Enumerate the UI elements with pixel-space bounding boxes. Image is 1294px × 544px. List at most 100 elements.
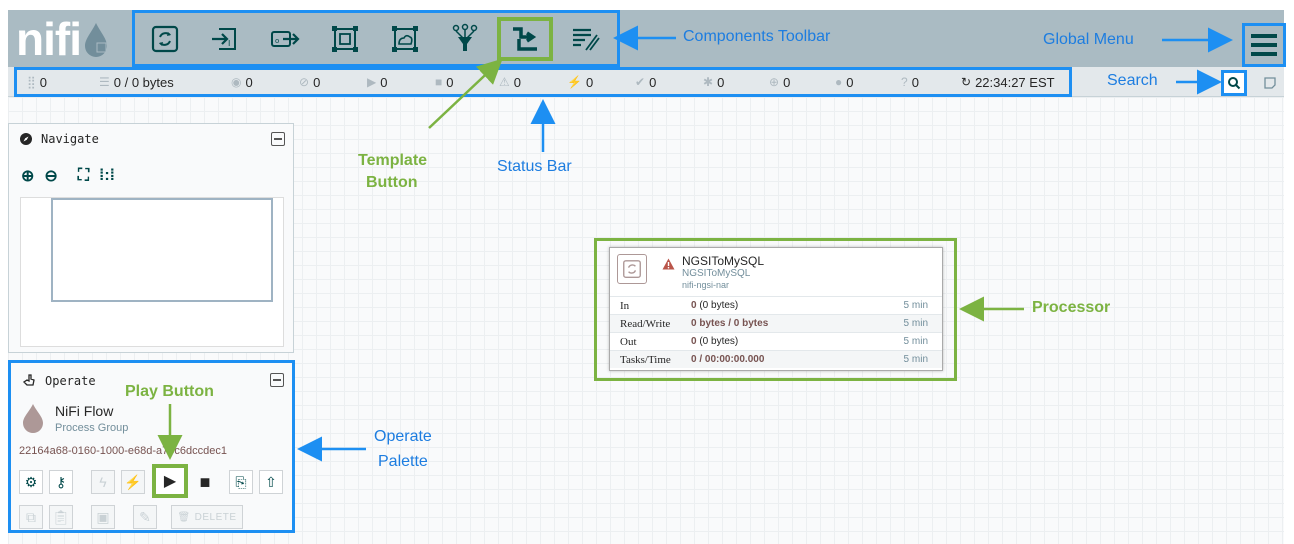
label-button[interactable] [567, 21, 603, 57]
output-port-icon: o [271, 31, 300, 47]
question-icon: ? [901, 75, 908, 89]
play-icon: ▶ [367, 75, 377, 89]
active-threads-stat: ⣿ 0 [27, 74, 48, 90]
sticky-note-icon [1264, 77, 1276, 89]
zoom-in-icon[interactable]: ⊕ [21, 166, 34, 186]
operate-collapse-button[interactable] [270, 373, 284, 387]
input-port-icon: I [212, 28, 236, 50]
search-icon [1228, 77, 1241, 90]
transmitting-icon: ◉ [231, 75, 242, 89]
upload-template-button[interactable]: ⇧ [259, 470, 283, 494]
not-transmitting-stat: ⊘ 0 [299, 74, 321, 90]
hamburger-icon [1251, 34, 1277, 56]
fit-icon[interactable]: ⛶ [78, 167, 89, 185]
navigate-title: Navigate [41, 132, 99, 146]
configure-button[interactable]: ⚙ [19, 470, 43, 494]
enable-button[interactable]: ϟ [91, 470, 115, 494]
warning-icon[interactable] [662, 258, 675, 270]
funnel-icon [452, 23, 478, 51]
color-button[interactable]: ✎ [133, 505, 157, 529]
birdseye-panel[interactable] [20, 197, 284, 347]
status-bar-annotation: Status Bar [497, 158, 572, 175]
access-policies-button[interactable]: ⚷ [49, 470, 73, 494]
processor-annotation: Processor [1032, 299, 1111, 316]
disabled-bolt-icon: ⚡ [124, 473, 142, 490]
create-template-button[interactable]: ⎘ [229, 470, 253, 494]
stats-row-in: In 0 (0 bytes) 5 min [610, 296, 942, 314]
invalid-stat: ⚠ 0 [499, 74, 521, 90]
refresh-icon: ↻ [961, 75, 972, 89]
pointer-hand-icon [22, 374, 35, 386]
disabled-stat: ⚡ 0 [567, 74, 594, 90]
stopped-stat: ■ 0 [435, 74, 454, 90]
processor-button[interactable] [147, 21, 183, 57]
check-icon: ✔ [635, 75, 646, 89]
play-button[interactable]: ▶ [152, 464, 188, 498]
processor-node[interactable]: NGSIToMySQL NGSIToMySQL nifi-ngsi-nar In… [609, 247, 943, 371]
delete-button[interactable]: 🗑︎ DELETE [171, 505, 243, 529]
search-button[interactable] [1221, 70, 1247, 96]
processor-icon [151, 25, 179, 53]
actual-size-icon[interactable]: ⁞:⁞ [99, 167, 115, 185]
group-icon: ▣ [96, 508, 110, 525]
gear-icon: ⚙ [24, 473, 38, 490]
zoom-out-icon[interactable]: ⊖ [44, 166, 57, 186]
operate-component-id: 22164a68-0160-1000-e68d-a75c6dccdec1 [19, 445, 227, 457]
output-port-button[interactable]: o [267, 21, 303, 57]
operate-title: Operate [45, 374, 96, 388]
processor-name: NGSIToMySQL [682, 254, 765, 268]
play-icon: ▶ [163, 473, 177, 490]
key-icon: ⚷ [55, 473, 67, 490]
nifi-logo: nifi [16, 12, 109, 65]
stale-stat: ⊕ 0 [769, 74, 791, 90]
stats-row-out: Out 0 (0 bytes) 5 min [610, 332, 942, 350]
stale-arrow-icon: ⊕ [769, 75, 780, 89]
navigate-header: Navigate [19, 132, 99, 146]
template-button[interactable] [497, 17, 553, 61]
global-menu-button[interactable] [1242, 23, 1286, 67]
paste-button[interactable]: 📋︎ [49, 505, 73, 529]
template-button-annotation-line1: Template [358, 152, 428, 169]
not-transmitting-icon: ⊘ [299, 75, 310, 89]
template-button-annotation-line2: Button [366, 174, 418, 191]
svg-text:I: I [228, 39, 230, 48]
funnel-button[interactable] [447, 21, 483, 57]
bulletin-board-button[interactable] [1259, 72, 1281, 94]
warning-icon: ⚠ [499, 75, 510, 89]
copy-icon: ⧉ [26, 508, 36, 525]
global-menu-annotation: Global Menu [1043, 31, 1134, 48]
disabled-bolt-icon: ⚡ [567, 75, 582, 89]
asterisk-icon: ✱ [703, 75, 714, 89]
stop-button[interactable]: ■ [193, 470, 217, 494]
process-group-button[interactable] [327, 21, 363, 57]
search-annotation: Search [1107, 72, 1158, 89]
processor-icon [623, 260, 641, 278]
remote-process-group-icon [392, 26, 418, 52]
birdseye-viewport[interactable] [51, 198, 273, 302]
paste-icon: 📋︎ [52, 508, 70, 525]
input-port-button[interactable]: I [207, 21, 243, 57]
queued-stat: ☰ 0 / 0 bytes [99, 74, 174, 90]
last-refreshed-stat[interactable]: ↻ 22:34:27 EST [961, 75, 1055, 90]
locally-modified-stale-stat: ● 0 [835, 74, 854, 90]
stats-row-tasks-time: Tasks/Time 0 / 00:00:00.000 5 min [610, 350, 942, 368]
group-button[interactable]: ▣ [91, 505, 115, 529]
process-group-icon [332, 26, 358, 52]
copy-button[interactable]: ⧉ [19, 505, 43, 529]
navigate-palette: Navigate ⊕ ⊖ ⛶ ⁞:⁞ [8, 123, 294, 353]
bolt-icon: ϟ [99, 474, 107, 490]
operate-palette-annotation-line2: Palette [378, 453, 428, 470]
svg-text:o: o [275, 37, 279, 45]
up-to-date-stat: ✔ 0 [635, 74, 657, 90]
template-icon [513, 27, 537, 51]
disable-button[interactable]: ⚡ [121, 470, 145, 494]
navigate-collapse-button[interactable] [271, 132, 285, 146]
play-button-annotation: Play Button [125, 383, 214, 400]
components-toolbar: I o [132, 10, 620, 67]
logo-wordmark: nifi [16, 12, 82, 65]
navigate-tools: ⊕ ⊖ ⛶ ⁞:⁞ [21, 166, 115, 186]
sync-failure-stat: ? 0 [901, 74, 919, 90]
remote-process-group-button[interactable] [387, 21, 423, 57]
operate-component-type: Process Group [55, 422, 129, 434]
processor-icon-box [617, 254, 647, 284]
